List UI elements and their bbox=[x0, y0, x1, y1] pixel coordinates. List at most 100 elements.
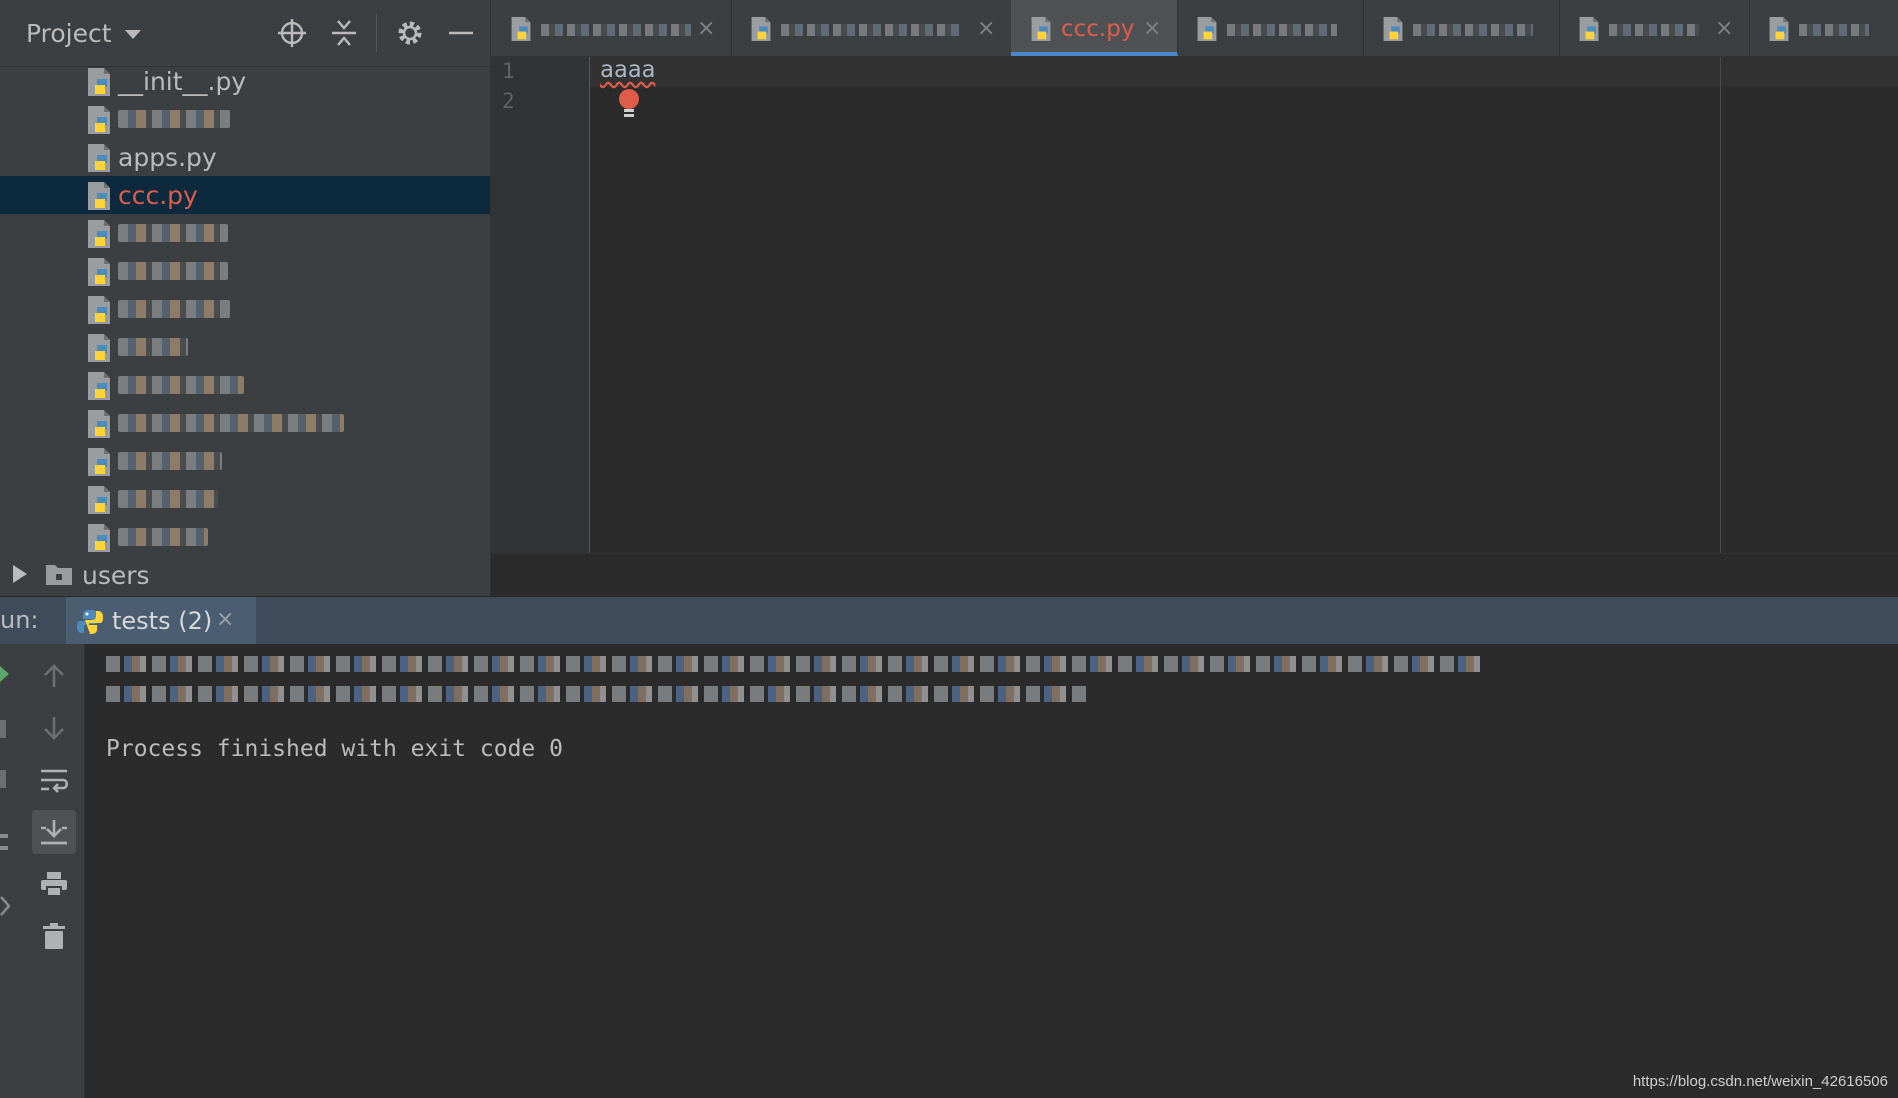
arrow-down-icon[interactable] bbox=[32, 706, 76, 750]
print-icon[interactable] bbox=[32, 862, 76, 906]
scroll-to-end-icon[interactable] bbox=[32, 810, 76, 854]
python-file-icon bbox=[85, 371, 113, 401]
tree-file-item[interactable]: ccc.py bbox=[0, 176, 490, 214]
editor-tab[interactable]: × bbox=[1559, 0, 1750, 56]
redacted-tab-label bbox=[1227, 24, 1337, 36]
python-file-icon bbox=[85, 181, 113, 211]
header-separator bbox=[376, 14, 377, 52]
close-icon[interactable]: × bbox=[1143, 16, 1161, 41]
tree-file-item[interactable] bbox=[0, 442, 490, 480]
redacted-filename bbox=[118, 414, 344, 432]
collapse-all-icon[interactable] bbox=[324, 13, 364, 53]
chevron-down-icon bbox=[124, 29, 141, 39]
close-icon[interactable]: × bbox=[216, 607, 234, 632]
redacted-tab-label bbox=[1413, 24, 1533, 36]
python-file-icon bbox=[85, 143, 113, 173]
python-icon bbox=[76, 608, 104, 640]
run-console[interactable]: Process finished with exit code 0 https:… bbox=[85, 644, 1898, 1098]
tree-file-item[interactable] bbox=[0, 214, 490, 252]
current-line-highlight bbox=[590, 57, 1898, 87]
python-file-icon bbox=[1767, 16, 1791, 42]
run-toolwindow-header: un: tests (2) × bbox=[0, 596, 1898, 645]
python-file-icon bbox=[85, 333, 113, 363]
line-number: 1 bbox=[502, 59, 515, 83]
python-file-icon bbox=[85, 219, 113, 249]
console-command-line bbox=[106, 686, 1086, 702]
expand-arrow-icon[interactable] bbox=[12, 564, 28, 588]
rerun-icon[interactable] bbox=[0, 666, 10, 682]
minimize-icon[interactable] bbox=[441, 13, 481, 53]
redacted-tab-label bbox=[1799, 24, 1869, 36]
editor-tab[interactable] bbox=[1177, 0, 1364, 56]
redacted-filename bbox=[118, 110, 230, 128]
console-exit-message: Process finished with exit code 0 bbox=[106, 736, 563, 762]
run-label: un: bbox=[0, 606, 39, 634]
redacted-filename bbox=[118, 376, 244, 394]
tree-file-item[interactable]: apps.py bbox=[0, 138, 490, 176]
tree-file-item[interactable] bbox=[0, 366, 490, 404]
redacted-filename bbox=[118, 262, 228, 280]
editor-tab[interactable] bbox=[1749, 0, 1898, 56]
redacted-filename bbox=[118, 452, 222, 470]
editor-tab-ccc[interactable]: ccc.py × bbox=[1011, 0, 1178, 56]
python-file-icon bbox=[749, 16, 773, 42]
soft-wrap-icon[interactable] bbox=[32, 758, 76, 802]
tree-file-item[interactable] bbox=[0, 404, 490, 442]
trash-icon[interactable] bbox=[32, 914, 76, 958]
close-icon[interactable]: × bbox=[1715, 16, 1733, 41]
settings-icon[interactable] bbox=[0, 834, 8, 838]
tree-file-item[interactable] bbox=[0, 480, 490, 518]
tree-file-label: ccc.py bbox=[118, 180, 198, 210]
redacted-filename bbox=[118, 490, 218, 508]
project-panel: Project __init__.py apps.py ccc.py users bbox=[0, 0, 491, 596]
redacted-filename bbox=[118, 528, 208, 546]
run-side-strip bbox=[0, 644, 25, 1098]
redacted-tab-label bbox=[1609, 24, 1699, 36]
locate-file-icon[interactable] bbox=[272, 13, 312, 53]
tree-folder-label: users bbox=[82, 560, 150, 590]
tree-file-label: apps.py bbox=[118, 142, 217, 172]
pin-icon[interactable] bbox=[0, 846, 8, 850]
tree-file-item[interactable]: __init__.py bbox=[0, 62, 490, 100]
python-file-icon bbox=[85, 105, 113, 135]
tree-file-item[interactable] bbox=[0, 100, 490, 138]
redacted-tab-label bbox=[541, 24, 691, 36]
project-tree: __init__.py apps.py ccc.py users bbox=[0, 62, 490, 594]
run-tab-tests[interactable]: tests (2) × bbox=[66, 597, 256, 645]
right-margin-guide bbox=[1720, 57, 1721, 553]
line-number: 2 bbox=[502, 89, 515, 113]
tree-file-label: __init__.py bbox=[118, 66, 247, 96]
editor-bottom-area bbox=[491, 553, 1898, 597]
python-file-icon bbox=[85, 257, 113, 287]
project-view-selector[interactable]: Project bbox=[0, 19, 142, 48]
project-title: Project bbox=[26, 18, 112, 48]
restore-layout-icon[interactable] bbox=[0, 770, 6, 788]
tree-file-item[interactable] bbox=[0, 328, 490, 366]
tree-file-item[interactable] bbox=[0, 518, 490, 556]
gear-icon[interactable] bbox=[390, 13, 430, 53]
editor-tab[interactable] bbox=[1363, 0, 1560, 56]
folder-icon bbox=[45, 562, 73, 590]
arrow-up-icon[interactable] bbox=[32, 654, 76, 698]
editor-tab[interactable]: × bbox=[491, 0, 732, 56]
python-file-icon bbox=[85, 67, 113, 97]
redacted-filename bbox=[118, 224, 228, 242]
stop-icon[interactable] bbox=[0, 720, 6, 738]
editor-tab[interactable]: × bbox=[731, 0, 1012, 56]
code-editor[interactable]: aaaa bbox=[590, 57, 1898, 553]
python-file-icon bbox=[509, 16, 533, 42]
tree-file-item[interactable] bbox=[0, 252, 490, 290]
lightbulb-icon[interactable] bbox=[616, 87, 642, 125]
close-icon[interactable]: × bbox=[697, 16, 715, 41]
tree-folder-users[interactable]: users bbox=[0, 556, 490, 594]
python-file-icon bbox=[85, 409, 113, 439]
expand-icon[interactable] bbox=[0, 896, 10, 916]
close-icon[interactable]: × bbox=[977, 16, 995, 41]
redacted-filename bbox=[118, 338, 188, 356]
redacted-filename bbox=[118, 300, 230, 318]
python-file-icon bbox=[1029, 16, 1053, 42]
tree-file-item[interactable] bbox=[0, 290, 490, 328]
code-line[interactable]: aaaa bbox=[600, 57, 655, 83]
project-header: Project bbox=[0, 0, 490, 67]
run-tab-label: tests (2) bbox=[112, 607, 213, 635]
